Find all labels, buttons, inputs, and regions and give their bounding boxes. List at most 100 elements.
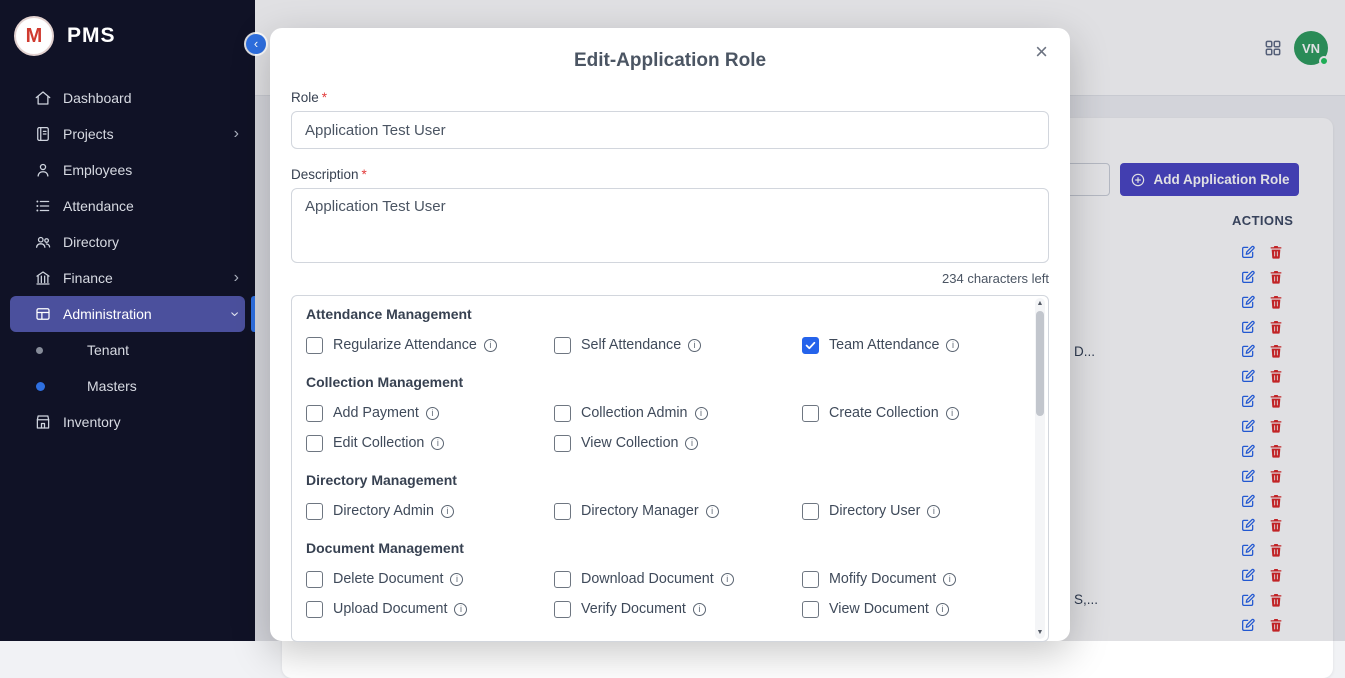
sidebar-subitem-tenant[interactable]: Tenant [0,332,255,368]
modal-title: Edit-Application Role [270,50,1070,72]
sidebar-item-label: Administration [63,306,152,322]
app-logo-icon: M [14,16,54,56]
role-input[interactable] [291,111,1049,149]
checkbox[interactable] [554,601,571,618]
scrollbar[interactable]: ▲ ▼ [1035,298,1045,639]
checkbox[interactable] [306,503,323,520]
sidebar-item-attendance[interactable]: Attendance [0,188,255,224]
permission-section-collection-management: Collection ManagementAdd PaymentiCollect… [306,374,1022,452]
permission-label: Verify Document [581,601,686,617]
sidebar-item-label: Employees [63,162,132,178]
permission-view-document[interactable]: View Documenti [802,600,1049,618]
permission-section-document-management: Document ManagementDelete DocumentiDownl… [306,540,1022,618]
permission-collection-admin[interactable]: Collection Admini [554,404,802,422]
permission-label: Mofify Document [829,571,936,587]
checkbox[interactable] [306,337,323,354]
sidebar-item-label: Attendance [63,198,134,214]
permission-team-attendance[interactable]: Team Attendancei [802,336,1049,354]
modal-body: Role* Description* Application Test User… [270,90,1070,642]
home-icon [34,89,52,107]
checkbox[interactable] [802,601,819,618]
permissions-panel: Attendance Management Regularize Attendan… [291,295,1049,642]
checkbox[interactable] [306,601,323,618]
info-icon: i [946,407,959,420]
chevron-right-icon: › [234,126,239,142]
checkbox[interactable] [306,571,323,588]
sidebar-item-administration[interactable]: Administration › [10,296,245,332]
info-icon: i [441,505,454,518]
checkbox[interactable] [306,405,323,422]
permission-directory-admin[interactable]: Directory Admin i [306,502,554,520]
permission-label: View Document [829,601,929,617]
checkbox[interactable] [554,503,571,520]
sidebar-item-inventory[interactable]: Inventory [0,404,255,440]
sidebar-subitem-label: Tenant [87,342,129,358]
sidebar: M PMS DashboardProjects›EmployeesAttenda… [0,0,255,641]
permission-view-collection[interactable]: View Collectioni [554,434,802,452]
checkbox[interactable] [306,435,323,452]
sidebar-item-employees[interactable]: Employees [0,152,255,188]
info-icon: i [454,603,467,616]
bullet-icon [36,347,43,354]
permission-sections: Attendance Management Regularize Attendan… [306,306,1022,618]
checkbox[interactable] [802,503,819,520]
permission-self-attendance[interactable]: Self Attendancei [554,336,802,354]
checkbox[interactable] [802,571,819,588]
permission-edit-collection[interactable]: Edit Collection i [306,434,554,452]
checkbox[interactable] [802,405,819,422]
permission-download-document[interactable]: Download Documenti [554,570,802,588]
permission-section-title: Attendance Management [306,306,1022,324]
chevron-down-icon: › [226,311,242,316]
scroll-up-arrow-icon[interactable]: ▲ [1035,299,1045,309]
checkbox[interactable] [802,337,819,354]
permission-label: Directory Manager [581,503,699,519]
info-icon: i [927,505,940,518]
scrollbar-thumb[interactable] [1036,311,1044,416]
permission-directory-manager[interactable]: Directory Manager i [554,502,802,520]
edit-application-role-modal: × Edit-Application Role Role* Descriptio… [270,28,1070,641]
sidebar-item-finance[interactable]: Finance› [0,260,255,296]
sidebar-subitem-masters[interactable]: Masters [0,368,255,404]
info-icon: i [706,505,719,518]
permission-regularize-attendance[interactable]: Regularize Attendancei [306,336,554,354]
info-icon: i [426,407,439,420]
description-textarea[interactable]: Application Test User [291,188,1049,263]
description-label: Description* [291,167,1049,182]
info-icon: i [721,573,734,586]
info-icon: i [431,437,444,450]
info-icon: i [450,573,463,586]
close-icon[interactable]: × [1029,40,1054,64]
checkbox[interactable] [554,571,571,588]
permission-label: Collection Admin [581,405,688,421]
info-icon: i [693,603,706,616]
permission-verify-document[interactable]: Verify Document i [554,600,802,618]
chevron-right-icon: › [234,270,239,286]
attendance-icon [34,197,52,215]
sidebar-item-projects[interactable]: Projects› [0,116,255,152]
permission-label: Self Attendance [581,337,681,353]
permission-label: Edit Collection [333,435,424,451]
scroll-down-arrow-icon[interactable]: ▼ [1035,628,1045,638]
sidebar-collapse-button[interactable]: ‹ [246,34,266,54]
permission-section-title: Directory Management [306,472,1022,490]
checkbox[interactable] [554,405,571,422]
permission-upload-document[interactable]: Upload Documenti [306,600,554,618]
permission-delete-document[interactable]: Delete Documenti [306,570,554,588]
checkbox[interactable] [554,337,571,354]
permission-create-collection[interactable]: Create Collection i [802,404,1049,422]
permission-label: Add Payment [333,405,419,421]
finance-icon [34,269,52,287]
sidebar-item-dashboard[interactable]: Dashboard [0,80,255,116]
sidebar-item-directory[interactable]: Directory [0,224,255,260]
info-icon: i [943,573,956,586]
permission-label: Directory User [829,503,920,519]
permission-label: Directory Admin [333,503,434,519]
bullet-icon [36,382,45,391]
permission-mofify-document[interactable]: Mofify Document i [802,570,1049,588]
permission-add-payment[interactable]: Add Payment i [306,404,554,422]
permission-directory-user[interactable]: Directory User i [802,502,1049,520]
permission-label: Create Collection [829,405,939,421]
permission-label: Team Attendance [829,337,939,353]
sidebar-item-label: Dashboard [63,90,132,106]
checkbox[interactable] [554,435,571,452]
